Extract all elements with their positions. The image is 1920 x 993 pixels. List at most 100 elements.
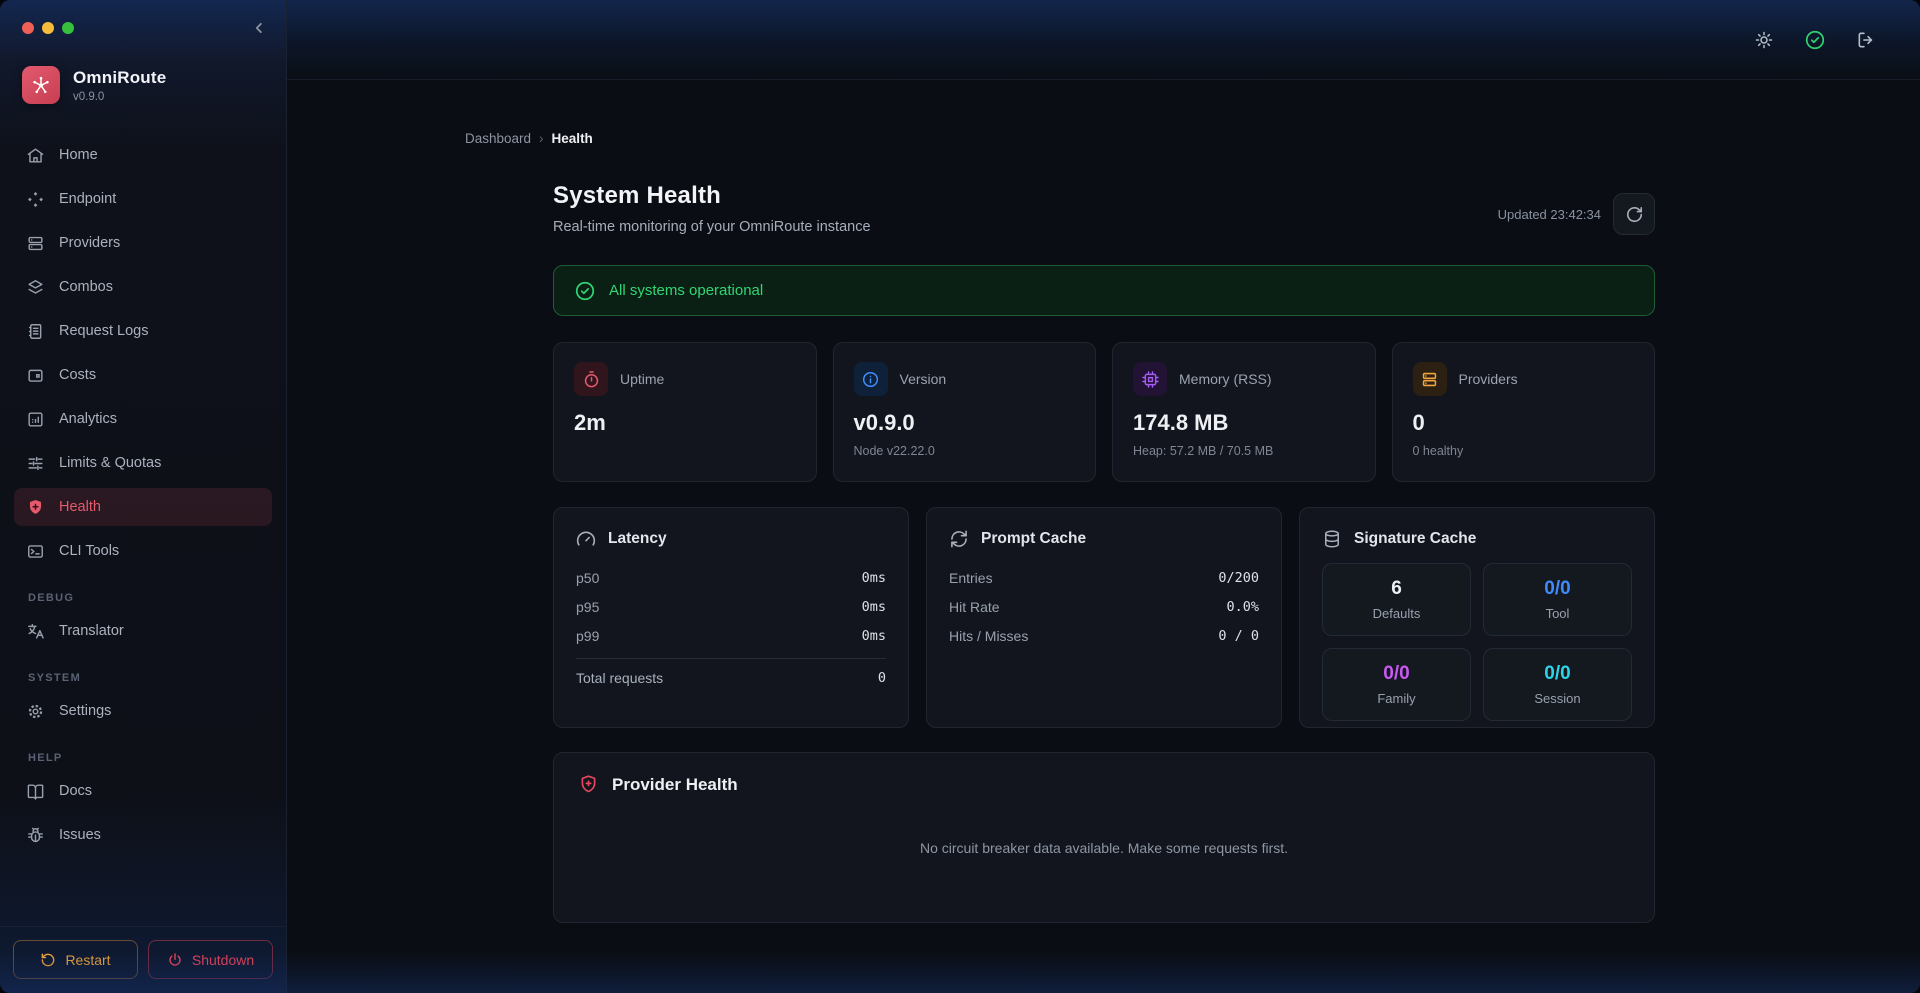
latency-card: Latency p50 0ms p95 0ms p99 0ms [553,507,909,728]
breadcrumb-dashboard[interactable]: Dashboard [465,131,531,146]
logout-button[interactable] [1856,30,1876,50]
server-icon [26,234,45,253]
section-label-help: HELP [28,752,286,764]
sidebar-item-label: Settings [59,703,111,719]
signature-cache-grid: 6 Defaults 0/0 Tool 0/0 Family [1322,563,1632,721]
detail-row: Latency p50 0ms p95 0ms p99 0ms [553,507,1655,728]
sidebar-item-label: Combos [59,279,113,295]
book-open-icon [26,782,45,801]
prompt-cache-card: Prompt Cache Entries 0/200 Hit Rate 0.0%… [926,507,1282,728]
status-banner-text: All systems operational [609,282,763,299]
stats-row: Uptime 2m Version v0.9.0 Node v22.22.0 [553,342,1655,482]
refresh-cw-icon [949,529,969,549]
database-icon [1322,529,1342,549]
latency-row-p50: p50 0ms [576,563,886,592]
sidebar-item-label: Endpoint [59,191,116,207]
page-header: System Health Real-time monitoring of yo… [553,182,1655,235]
minimize-window-button[interactable] [42,22,54,34]
stat-sub: 0 healthy [1413,444,1635,458]
sidebar-collapse-button[interactable] [250,19,268,37]
stat-sub: Node v22.22.0 [854,444,1076,458]
sidebar-item-combos[interactable]: Combos [14,268,272,306]
sidebar-item-health[interactable]: Health [14,488,272,526]
sidebar-item-label: CLI Tools [59,543,119,559]
stat-value: 2m [574,410,796,436]
sidebar-item-limits-quotas[interactable]: Limits & Quotas [14,444,272,482]
log-out-icon [1856,30,1876,50]
refresh-icon [1625,205,1644,224]
sidebar-item-costs[interactable]: Costs [14,356,272,394]
sidebar-item-translator[interactable]: Translator [14,612,272,650]
breadcrumb-current: Health [552,131,593,146]
sidebar-item-providers[interactable]: Providers [14,224,272,262]
terminal-icon [26,542,45,561]
status-indicator-button[interactable] [1804,29,1826,51]
provider-health-card: Provider Health No circuit breaker data … [553,752,1655,923]
endpoint-icon [26,190,45,209]
sidebar-item-cli-tools[interactable]: CLI Tools [14,532,272,570]
provider-health-empty-message: No circuit breaker data available. Make … [578,795,1630,901]
theme-toggle-button[interactable] [1754,30,1774,50]
sidebar-item-issues[interactable]: Issues [14,816,272,854]
stat-card-providers: Providers 0 0 healthy [1392,342,1656,482]
updated-timestamp: Updated 23:42:34 [1498,207,1601,222]
prompt-cache-row-hit-rate: Hit Rate 0.0% [949,592,1259,621]
shutdown-button[interactable]: Shutdown [148,940,273,979]
omniroute-logo-icon [22,66,60,104]
sig-tile-tool: 0/0 Tool [1483,563,1632,636]
app-name: OmniRoute [73,68,166,88]
sig-tile-session: 0/0 Session [1483,648,1632,721]
sig-tile-defaults: 6 Defaults [1322,563,1471,636]
maximize-window-button[interactable] [62,22,74,34]
sun-icon [1754,30,1774,50]
server-icon [1413,362,1447,396]
stat-label: Memory (RSS) [1179,371,1272,387]
app-window: OmniRoute v0.9.0 Home Endpoint Providers… [0,0,1920,993]
cpu-icon [1133,362,1167,396]
sidebar-item-label: Home [59,147,98,163]
wallet-icon [26,366,45,385]
stat-card-version: Version v0.9.0 Node v22.22.0 [833,342,1097,482]
topbar [287,0,1920,80]
rotate-ccw-icon [40,952,56,968]
restart-button[interactable]: Restart [13,940,138,979]
power-icon [167,952,183,968]
stat-value: v0.9.0 [854,410,1076,436]
page-subtitle: Real-time monitoring of your OmniRoute i… [553,219,871,235]
sidebar-item-analytics[interactable]: Analytics [14,400,272,438]
check-circle-icon [574,280,596,302]
latency-row-p99: p99 0ms [576,621,886,650]
close-window-button[interactable] [22,22,34,34]
sidebar-item-label: Health [59,499,101,515]
card-title: Signature Cache [1354,530,1476,548]
layers-icon [26,278,45,297]
bug-icon [26,826,45,845]
stat-label: Version [900,371,947,387]
card-title: Prompt Cache [981,530,1086,548]
sidebar-item-endpoint[interactable]: Endpoint [14,180,272,218]
shutdown-label: Shutdown [192,952,254,968]
stat-card-memory: Memory (RSS) 174.8 MB Heap: 57.2 MB / 70… [1112,342,1376,482]
sidebar-item-settings[interactable]: Settings [14,692,272,730]
sidebar-footer: Restart Shutdown [0,926,286,993]
stat-value: 0 [1413,410,1635,436]
sliders-icon [26,454,45,473]
refresh-button[interactable] [1613,193,1655,235]
check-circle-icon [1804,29,1826,51]
status-banner: All systems operational [553,265,1655,316]
page-title: System Health [553,182,871,210]
info-icon [854,362,888,396]
sidebar-item-label: Analytics [59,411,117,427]
stat-label: Uptime [620,371,664,387]
prompt-cache-row-entries: Entries 0/200 [949,563,1259,592]
titlebar [0,0,286,56]
section-label-debug: DEBUG [28,592,286,604]
sidebar-item-request-logs[interactable]: Request Logs [14,312,272,350]
languages-icon [26,622,45,641]
sidebar-item-docs[interactable]: Docs [14,772,272,810]
card-title: Latency [608,530,667,548]
sidebar-item-label: Limits & Quotas [59,455,161,471]
latency-total-row: Total requests 0 [576,663,886,692]
latency-row-p95: p95 0ms [576,592,886,621]
sidebar-item-home[interactable]: Home [14,136,272,174]
